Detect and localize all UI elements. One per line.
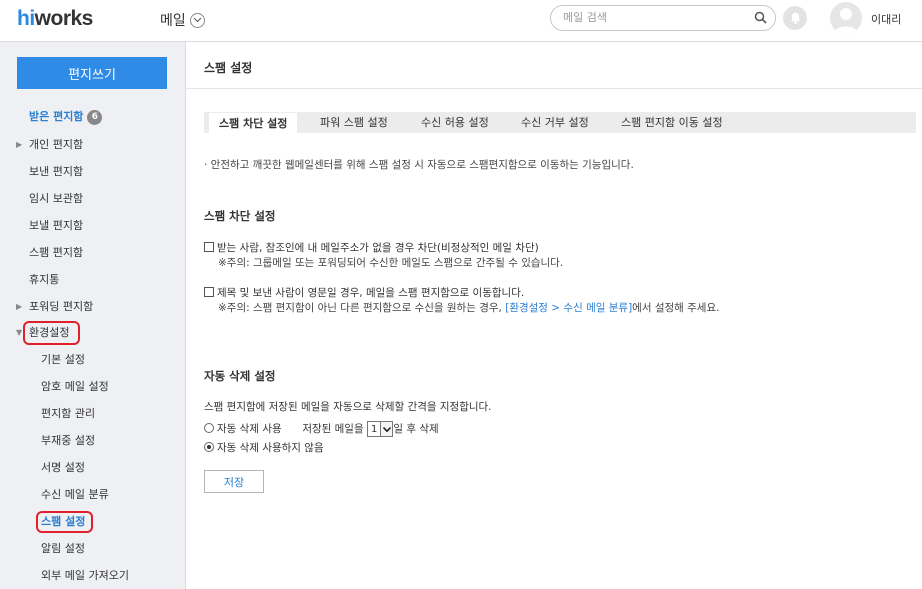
radio-label: 자동 삭제 사용 [217, 423, 282, 435]
option-note-tail: 에서 설정해 주세요. [632, 302, 720, 314]
option-no-recipient: 받는 사람, 참조인에 내 메일주소가 없을 경우 차단(비정상적인 메일 차단… [204, 241, 563, 271]
tab-power-spam[interactable]: 파워 스팸 설정 [310, 112, 398, 133]
tab-block-list[interactable]: 수신 거부 설정 [511, 112, 599, 133]
settings-item-import[interactable]: 외부 메일 가져오기 [41, 568, 129, 584]
caret-right-icon[interactable]: ▶ [16, 302, 22, 311]
option-note: ※주의: 스팸 편지함이 아닌 다른 편지함으로 수신을 원하는 경우, [218, 302, 506, 314]
sidebar-item-personal[interactable]: 개인 편지함 [29, 137, 83, 153]
app-switcher[interactable]: 메일 [160, 10, 205, 30]
settings-highlight-box [23, 321, 80, 345]
sidebar-item-spam[interactable]: 스팸 편지함 [29, 245, 83, 261]
avatar[interactable] [830, 2, 862, 34]
auto-delete-off-row: 자동 삭제 사용하지 않음 [204, 441, 324, 456]
settings-item-signature[interactable]: 서명 설정 [41, 460, 85, 476]
top-header: hiworks 메일 이대리 [0, 0, 922, 42]
settings-item-away[interactable]: 부재중 설정 [41, 433, 95, 449]
sidebar-item-forwarding[interactable]: 포워딩 편지함 [29, 299, 93, 315]
hiworks-logo[interactable]: hiworks [17, 7, 93, 31]
auto-delete-off-radio[interactable] [204, 442, 214, 452]
bell-icon[interactable] [783, 6, 807, 30]
divider [186, 88, 922, 89]
settings-item-filter[interactable]: 수신 메일 분류 [41, 487, 109, 503]
user-name[interactable]: 이대리 [871, 11, 901, 27]
settings-filter-link[interactable]: [환경설정 > 수신 메일 분류] [505, 302, 632, 314]
spam-settings-highlight-box [36, 511, 93, 533]
days-suffix: 일 후 삭제 [393, 423, 439, 435]
stored-label: 저장된 메일을 [302, 423, 364, 435]
auto-delete-use-radio[interactable] [204, 423, 214, 433]
save-button[interactable]: 저장 [204, 470, 264, 493]
settings-item-encrypted[interactable]: 암호 메일 설정 [41, 379, 109, 395]
caret-right-icon[interactable]: ▶ [16, 140, 22, 149]
sidebar-item-drafts[interactable]: 임시 보관함 [29, 191, 83, 207]
logo-hi: hi [17, 7, 35, 30]
option-note: ※주의: 그룹메일 또는 포워딩되어 수신한 메일도 스팸으로 간주될 수 있습… [218, 257, 564, 269]
spam-block-section-title: 스팸 차단 설정 [204, 209, 276, 223]
tab-bar: 스팸 차단 설정 파워 스팸 설정 수신 허용 설정 수신 거부 설정 스팸 편… [204, 112, 916, 133]
search-box [550, 5, 776, 31]
app-name: 메일 [160, 13, 186, 29]
no-recipient-checkbox[interactable] [204, 242, 214, 252]
compose-button[interactable]: 편지쓰기 [17, 57, 167, 89]
settings-item-notification[interactable]: 알림 설정 [41, 541, 85, 557]
auto-delete-description: 스팸 편지함에 저장된 메일을 자동으로 삭제할 간격을 지정합니다. [204, 401, 492, 413]
option-english-sender: 제목 및 보낸 사람이 영문일 경우, 메일을 스팸 편지함으로 이동합니다. … [204, 286, 719, 316]
chevron-down-icon [380, 422, 393, 436]
tab-allow-list[interactable]: 수신 허용 설정 [411, 112, 499, 133]
days-value: 1 [370, 423, 378, 435]
days-select[interactable]: 1 [366, 421, 394, 437]
unread-count-badge: 6 [87, 109, 103, 125]
settings-item-basic[interactable]: 기본 설정 [41, 352, 85, 368]
intro-text: · 안전하고 깨끗한 웹메일센터를 위해 스팸 설정 시 자동으로 스팸편지함으… [204, 159, 634, 171]
radio-label: 자동 삭제 사용하지 않음 [217, 442, 324, 454]
tab-spam-block[interactable]: 스팸 차단 설정 [209, 112, 298, 133]
settings-item-folders[interactable]: 편지함 관리 [41, 406, 95, 422]
sidebar-item-trash[interactable]: 휴지통 [29, 272, 59, 288]
tab-spam-move[interactable]: 스팸 편지함 이동 설정 [611, 112, 733, 133]
main-content: 스팸 설정 스팸 차단 설정 파워 스팸 설정 수신 허용 설정 수신 거부 설… [186, 42, 922, 589]
option-label: 받는 사람, 참조인에 내 메일주소가 없을 경우 차단(비정상적인 메일 차단… [217, 242, 539, 254]
sidebar-item-inbox[interactable]: 받은 편지함 6 [29, 109, 103, 125]
search-input[interactable] [563, 11, 743, 24]
chevron-down-icon [189, 12, 205, 28]
caret-down-icon[interactable]: ▼ [16, 328, 22, 337]
search-icon[interactable] [754, 11, 767, 27]
option-label: 제목 및 보낸 사람이 영문일 경우, 메일을 스팸 편지함으로 이동합니다. [217, 287, 525, 299]
english-sender-checkbox[interactable] [204, 287, 214, 297]
auto-delete-use-row: 자동 삭제 사용 저장된 메일을 1 일 후 삭제 [204, 421, 439, 437]
sidebar-item-label: 받은 편지함 [29, 110, 84, 123]
sidebar-item-sent[interactable]: 보낸 편지함 [29, 164, 83, 180]
sidebar: 편지쓰기 받은 편지함 6 ▶ 개인 편지함 보낸 편지함 임시 보관함 보낼 편… [0, 42, 186, 589]
page-title: 스팸 설정 [204, 61, 253, 75]
sidebar-item-outbox[interactable]: 보낼 편지함 [29, 218, 83, 234]
logo-rest: works [34, 7, 94, 30]
auto-delete-section-title: 자동 삭제 설정 [204, 369, 276, 383]
